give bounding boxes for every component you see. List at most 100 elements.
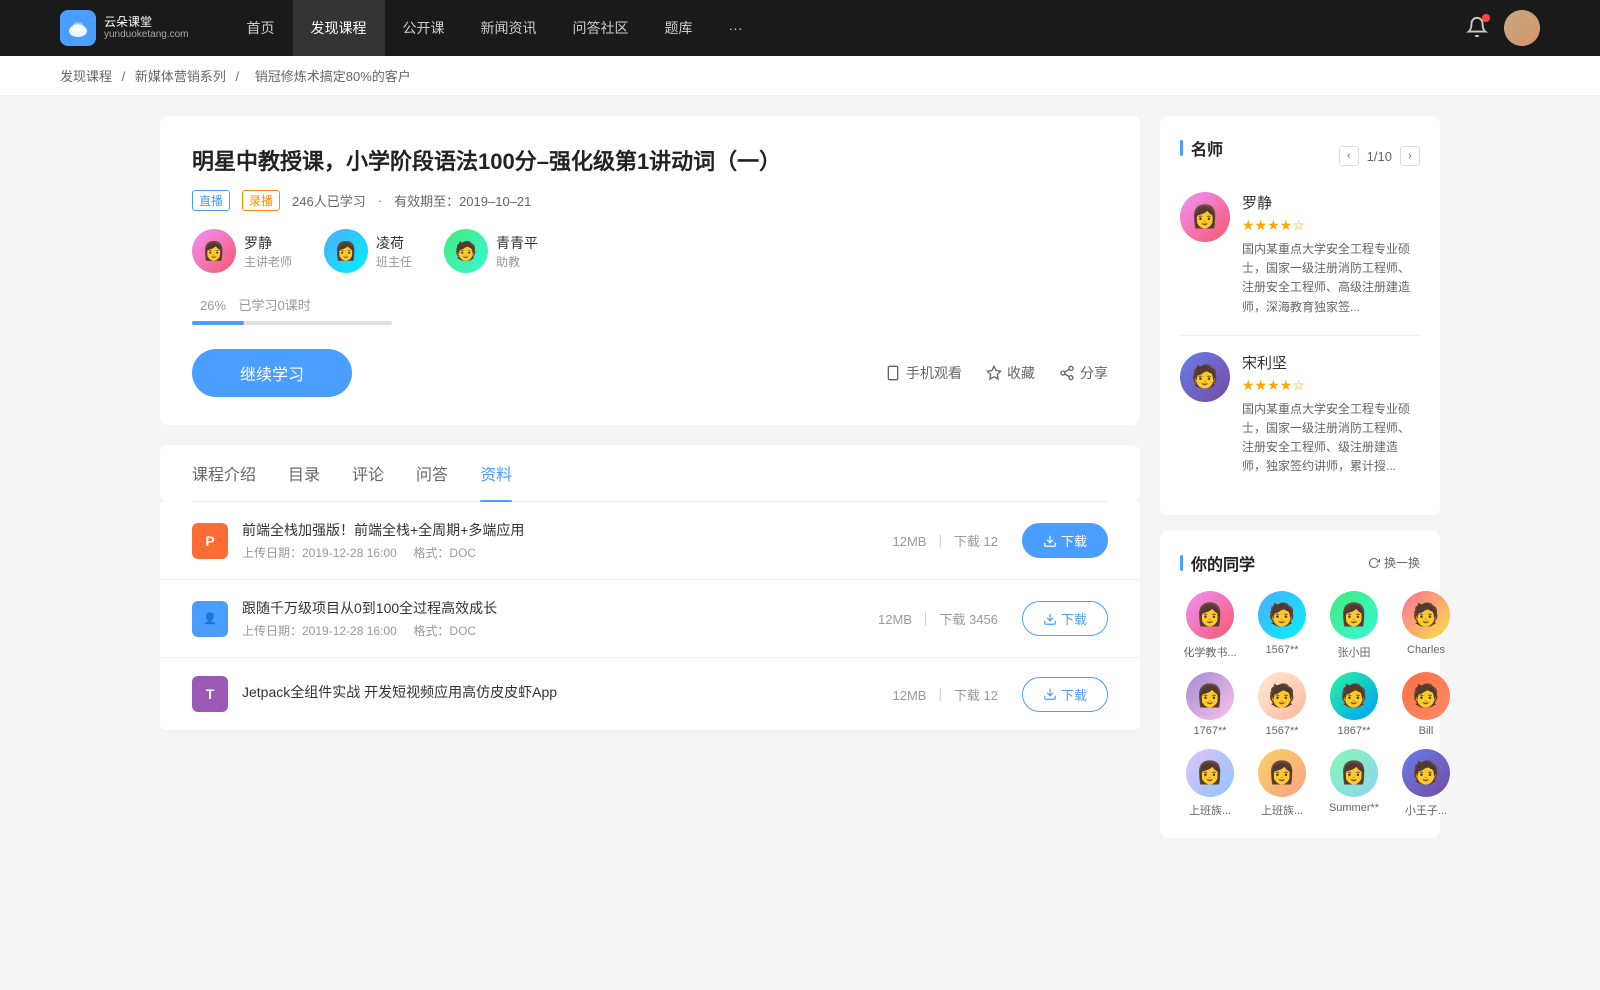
star-icon — [986, 365, 1002, 381]
nav-right — [1466, 10, 1540, 46]
collect-button[interactable]: 收藏 — [986, 363, 1035, 383]
progress-bar-fill — [192, 321, 244, 325]
download-icon-2 — [1043, 687, 1057, 701]
classmate-4-avatar: 👩 — [1186, 672, 1234, 720]
classmate-9-name: 上班族... — [1252, 802, 1312, 818]
teacher-0-avatar: 👩 — [192, 229, 236, 273]
classmate-1[interactable]: 🧑 1567** — [1252, 591, 1312, 660]
course-meta: 直播 录播 246人已学习 · 有效期至：2019–10–21 — [192, 190, 1108, 211]
sidebar-teacher-0-stars: ★★★★☆ — [1242, 217, 1420, 234]
resource-meta-0: 上传日期：2019-12-28 16:00 格式：DOC — [242, 544, 892, 561]
resources-list: P 前端全栈加强版！前端全栈+全周期+多端应用 上传日期：2019-12-28 … — [160, 502, 1140, 731]
mobile-icon — [885, 365, 901, 381]
teachers-sidebar-title: 名师 — [1180, 136, 1223, 160]
classmate-7-name: Bill — [1396, 725, 1456, 737]
nav-home[interactable]: 首页 — [229, 0, 293, 56]
classmate-9[interactable]: 👩 上班族... — [1252, 749, 1312, 818]
teacher-1: 👩 凌荷 班主任 — [324, 229, 412, 273]
nav-qa[interactable]: 问答社区 — [555, 0, 647, 56]
breadcrumb-series[interactable]: 新媒体营销系列 — [135, 69, 226, 84]
nav-quiz[interactable]: 题库 — [647, 0, 711, 56]
course-title: 明星中教授课，小学阶段语法100分–强化级第1讲动词（一） — [192, 144, 1108, 176]
classmate-6-name: 1867** — [1324, 725, 1384, 737]
download-button-1[interactable]: 下载 — [1022, 601, 1108, 636]
tab-comment[interactable]: 评论 — [352, 445, 384, 501]
sidebar-teacher-0-avatar: 👩 — [1180, 192, 1230, 242]
classmate-11[interactable]: 🧑 小王子... — [1396, 749, 1456, 818]
classmate-7[interactable]: 🧑 Bill — [1396, 672, 1456, 737]
classmate-11-avatar: 🧑 — [1402, 749, 1450, 797]
breadcrumb: 发现课程 / 新媒体营销系列 / 销冠修炼术搞定80%的客户 — [0, 56, 1600, 96]
sidebar-teacher-0: 👩 罗静 ★★★★☆ 国内某重点大学安全工程专业硕士，国家一级注册消防工程师、注… — [1180, 192, 1420, 317]
tab-intro[interactable]: 课程介绍 — [192, 445, 256, 501]
classmate-8-name: 上班族... — [1180, 802, 1240, 818]
share-button[interactable]: 分享 — [1059, 363, 1108, 383]
progress-bar-bg — [192, 321, 392, 325]
classmate-1-name: 1567** — [1252, 644, 1312, 656]
download-icon-0 — [1043, 534, 1057, 548]
teacher-0-name: 罗静 — [244, 233, 292, 253]
classmate-0[interactable]: 👩 化学教书... — [1180, 591, 1240, 660]
logo[interactable]: 云朵课堂 yunduoketang.com — [60, 10, 189, 46]
progress-section: 26% 已学习0课时 — [192, 295, 1108, 325]
resource-stats-1: 12MB ｜ 下载 3456 — [878, 609, 998, 628]
classmates-sidebar-card: 你的同学 换一换 👩 化学教书... 🧑 1567** — [1160, 531, 1440, 838]
teachers-header: 名师 ‹ 1/10 › — [1180, 136, 1420, 176]
teacher-2: 🧑 青青平 助教 — [444, 229, 538, 273]
teachers-prev-button[interactable]: ‹ — [1339, 146, 1359, 166]
resource-stats-2: 12MB ｜ 下载 12 — [892, 685, 998, 704]
continue-button[interactable]: 继续学习 — [192, 349, 352, 397]
content-right: 名师 ‹ 1/10 › 👩 罗静 ★★★★☆ 国内某重点大学 — [1160, 116, 1440, 854]
tab-resources[interactable]: 资料 — [480, 445, 512, 501]
teachers-page: 1/10 — [1367, 149, 1392, 164]
tab-catalog[interactable]: 目录 — [288, 445, 320, 501]
classmate-10[interactable]: 👩 Summer** — [1324, 749, 1384, 818]
resource-item-0: P 前端全栈加强版！前端全栈+全周期+多端应用 上传日期：2019-12-28 … — [160, 502, 1140, 580]
teacher-1-name: 凌荷 — [376, 233, 412, 253]
classmate-2[interactable]: 👩 张小田 — [1324, 591, 1384, 660]
classmate-11-name: 小王子... — [1396, 802, 1456, 818]
teacher-2-name: 青青平 — [496, 233, 538, 253]
classmate-7-avatar: 🧑 — [1402, 672, 1450, 720]
logo-icon — [60, 10, 96, 46]
classmate-2-name: 张小田 — [1324, 644, 1384, 660]
classmate-8[interactable]: 👩 上班族... — [1180, 749, 1240, 818]
nav-more[interactable]: ··· — [711, 0, 761, 56]
classmate-0-name: 化学教书... — [1180, 644, 1240, 660]
teacher-0: 👩 罗静 主讲老师 — [192, 229, 292, 273]
course-students: 246人已学习 — [292, 191, 366, 210]
download-icon-1 — [1043, 612, 1057, 626]
classmate-3[interactable]: 🧑 Charles — [1396, 591, 1456, 660]
bell-icon[interactable] — [1466, 16, 1488, 41]
teacher-2-role: 助教 — [496, 253, 538, 270]
logo-name: 云朵课堂 — [104, 16, 189, 29]
refresh-classmates-button[interactable]: 换一换 — [1368, 554, 1420, 571]
classmate-5[interactable]: 🧑 1567** — [1252, 672, 1312, 737]
progress-label: 26% 已学习0课时 — [192, 295, 1108, 315]
classmate-0-avatar: 👩 — [1186, 591, 1234, 639]
download-button-0[interactable]: 下载 — [1022, 523, 1108, 558]
resource-info-0: 前端全栈加强版！前端全栈+全周期+多端应用 上传日期：2019-12-28 16… — [242, 520, 892, 561]
nav-news[interactable]: 新闻资讯 — [463, 0, 555, 56]
badge-record: 录播 — [242, 190, 280, 211]
mobile-watch-button[interactable]: 手机观看 — [885, 363, 962, 383]
breadcrumb-discover[interactable]: 发现课程 — [60, 69, 112, 84]
user-avatar[interactable] — [1504, 10, 1540, 46]
resource-info-2: Jetpack全组件实战 开发短视频应用高仿皮皮虾App — [242, 682, 892, 706]
nav-discover[interactable]: 发现课程 — [293, 0, 385, 56]
refresh-icon — [1368, 557, 1380, 569]
classmates-grid: 👩 化学教书... 🧑 1567** 👩 张小田 🧑 Charles 👩 — [1180, 591, 1420, 818]
teacher-1-role: 班主任 — [376, 253, 412, 270]
classmate-6[interactable]: 🧑 1867** — [1324, 672, 1384, 737]
teachers-next-button[interactable]: › — [1400, 146, 1420, 166]
classmate-1-avatar: 🧑 — [1258, 591, 1306, 639]
classmate-9-avatar: 👩 — [1258, 749, 1306, 797]
nav-open[interactable]: 公开课 — [385, 0, 463, 56]
classmate-4-name: 1767** — [1180, 725, 1240, 737]
actions-row: 继续学习 手机观看 收藏 — [192, 349, 1108, 397]
classmate-4[interactable]: 👩 1767** — [1180, 672, 1240, 737]
tab-qa[interactable]: 问答 — [416, 445, 448, 501]
resource-item-1: 👤 跟随千万级项目从0到100全过程高效成长 上传日期：2019-12-28 1… — [160, 580, 1140, 658]
resource-item-2: T Jetpack全组件实战 开发短视频应用高仿皮皮虾App 12MB ｜ 下载… — [160, 658, 1140, 731]
download-button-2[interactable]: 下载 — [1022, 677, 1108, 712]
